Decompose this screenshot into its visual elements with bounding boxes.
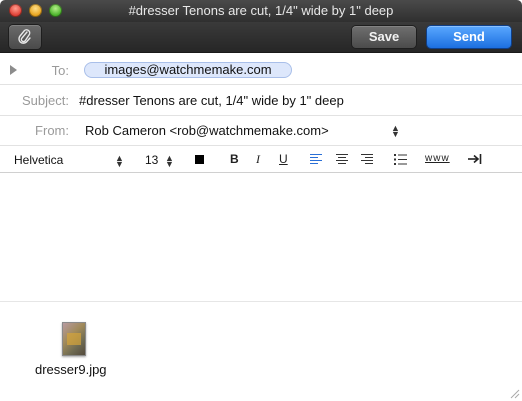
from-label: From:: [35, 123, 69, 138]
save-button[interactable]: Save: [352, 26, 416, 48]
subject-row: Subject: #dresser Tenons are cut, 1/4" w…: [0, 85, 522, 116]
send-button[interactable]: Send: [427, 26, 511, 48]
to-row: To: images@watchmemake.com: [0, 56, 522, 85]
paperclip-icon: [18, 29, 31, 44]
from-select-arrows-icon[interactable]: ▲ ▼: [391, 124, 400, 139]
font-family-select[interactable]: Helvetica: [14, 153, 63, 167]
font-size-arrows-icon[interactable]: ▲ ▼: [165, 154, 174, 169]
subject-field[interactable]: #dresser Tenons are cut, 1/4" wide by 1"…: [79, 93, 344, 108]
bold-button[interactable]: B: [230, 152, 239, 166]
toolbar: Save Send: [0, 22, 522, 53]
subject-label: Subject:: [22, 93, 69, 108]
insert-link-button[interactable]: www: [425, 153, 450, 164]
align-right-icon[interactable]: [361, 154, 373, 165]
font-family-arrows-icon[interactable]: ▲ ▼: [115, 154, 124, 169]
attachment-thumbnail[interactable]: [62, 322, 86, 356]
italic-button[interactable]: I: [256, 152, 260, 167]
underline-button[interactable]: U: [279, 152, 288, 166]
format-bar: Helvetica ▲ ▼ 13 ▲ ▼ B I U www: [0, 146, 522, 173]
to-label: To:: [51, 63, 69, 78]
window-title: #dresser Tenons are cut, 1/4" wide by 1"…: [128, 3, 394, 18]
image-file-icon: [62, 322, 86, 356]
attach-button[interactable]: [9, 25, 41, 49]
align-center-icon[interactable]: [336, 154, 348, 165]
font-size-select[interactable]: 13: [145, 153, 158, 167]
to-recipient-token[interactable]: images@watchmemake.com: [84, 62, 292, 78]
message-body[interactable]: [0, 174, 522, 302]
attachment-filename: dresser9.jpg: [35, 362, 107, 377]
resize-grip-icon[interactable]: [508, 387, 520, 399]
from-row: From: Rob Cameron <rob@watchmemake.com> …: [0, 116, 522, 146]
text-color-swatch[interactable]: [195, 155, 204, 164]
bulleted-list-icon[interactable]: [394, 154, 407, 165]
title-bar: #dresser Tenons are cut, 1/4" wide by 1"…: [0, 0, 522, 22]
indent-icon[interactable]: [468, 154, 482, 164]
from-select[interactable]: Rob Cameron <rob@watchmemake.com>: [85, 123, 329, 138]
align-left-icon[interactable]: [310, 154, 322, 165]
